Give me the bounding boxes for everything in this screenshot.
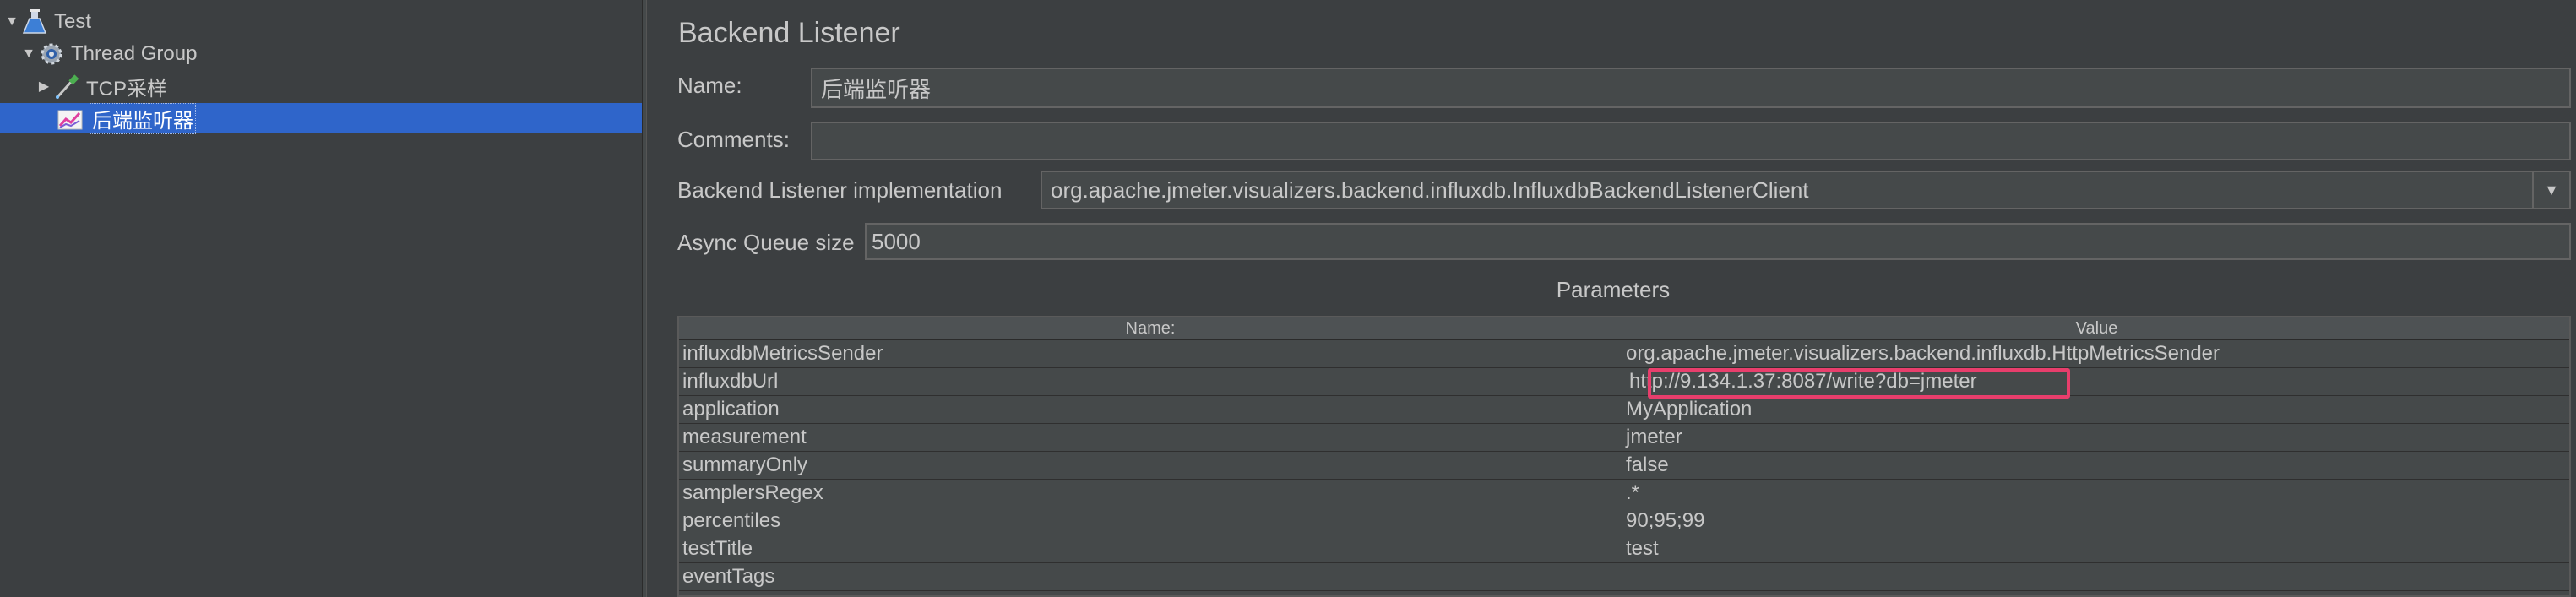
test-plan-tree: ▼ Test ▼ Thread Group ▶ TCP采样 后端监听器 (0, 0, 644, 597)
table-row[interactable]: measurement jmeter (679, 424, 2569, 452)
param-name-cell[interactable]: samplersRegex (679, 480, 1622, 507)
tree-item-backend-listener[interactable]: 后端监听器 (0, 102, 642, 134)
param-name-cell[interactable]: testTitle (679, 535, 1622, 562)
page-title: Backend Listener (678, 17, 900, 49)
param-value-cell[interactable]: http://9.134.1.37:8087/write?db=jmeter (1622, 368, 2569, 395)
param-name-cell[interactable]: influxdbMetricsSender (679, 340, 1622, 367)
table-header: Name: Value (679, 317, 2569, 340)
tree-item-label: Test (54, 10, 92, 33)
tree-item-label: TCP采样 (86, 77, 167, 100)
chevron-down-icon[interactable]: ▼ (2532, 172, 2569, 208)
comments-field[interactable] (811, 122, 2571, 160)
tree-item-label: 后端监听器 (90, 102, 196, 134)
chart-icon (56, 104, 84, 133)
gear-icon (37, 40, 66, 68)
param-name-cell[interactable]: measurement (679, 424, 1622, 451)
implementation-combobox-value: org.apache.jmeter.visualizers.backend.in… (1051, 176, 1809, 203)
param-value-cell[interactable]: false (1622, 452, 2569, 479)
name-label: Name: (677, 73, 742, 98)
param-value-cell[interactable]: .* (1622, 480, 2569, 507)
async-queue-size-label: Async Queue size (677, 230, 855, 255)
collapsed-toggle-icon[interactable]: ▶ (35, 78, 52, 95)
expanded-toggle-icon[interactable]: ▼ (20, 46, 37, 62)
table-row[interactable]: eventTags (679, 563, 2569, 591)
table-row[interactable]: percentiles 90;95;99 (679, 507, 2569, 535)
param-value-cell[interactable]: test (1622, 535, 2569, 562)
param-name-cell[interactable]: percentiles (679, 507, 1622, 535)
name-field-value: 后端监听器 (821, 76, 932, 102)
backend-listener-panel: Backend Listener Name: 后端监听器 Comments: B… (650, 0, 2576, 597)
column-header-value[interactable]: Value (1622, 317, 2569, 339)
table-row[interactable]: application MyApplication (679, 396, 2569, 424)
param-value-cell[interactable]: org.apache.jmeter.visualizers.backend.in… (1622, 340, 2569, 367)
param-name-cell[interactable]: application (679, 396, 1622, 423)
table-row[interactable]: influxdbMetricsSender org.apache.jmeter.… (679, 340, 2569, 368)
table-row[interactable]: influxdbUrl http://9.134.1.37:8087/write… (679, 368, 2569, 396)
tree-item-tcp-sampler[interactable]: ▶ TCP采样 (0, 71, 642, 101)
tree-item-thread-group[interactable]: ▼ Thread Group (0, 39, 642, 69)
flask-icon (20, 8, 49, 36)
async-queue-size-value: 5000 (872, 228, 921, 254)
jmeter-window: ▼ Test ▼ Thread Group ▶ TCP采样 后端监听器 Back… (0, 0, 2576, 597)
name-field[interactable]: 后端监听器 (811, 68, 2571, 108)
table-row[interactable]: testTitle test (679, 535, 2569, 563)
expanded-toggle-icon[interactable]: ▼ (3, 14, 20, 30)
column-header-name[interactable]: Name: (679, 317, 1622, 339)
table-row[interactable]: samplersRegex .* (679, 480, 2569, 507)
param-name-cell[interactable]: summaryOnly (679, 452, 1622, 479)
param-value-cell[interactable]: MyApplication (1622, 396, 2569, 423)
implementation-combobox[interactable]: org.apache.jmeter.visualizers.backend.in… (1041, 171, 2571, 209)
comments-label: Comments: (677, 127, 790, 152)
param-value-cell[interactable] (1622, 563, 2569, 590)
param-value-cell[interactable]: jmeter (1622, 424, 2569, 451)
param-value-cell[interactable]: 90;95;99 (1622, 507, 2569, 535)
async-queue-size-field[interactable]: 5000 (865, 223, 2571, 260)
tree-item-label: Thread Group (71, 42, 198, 65)
pipette-icon (52, 72, 81, 100)
table-row[interactable]: summaryOnly false (679, 452, 2569, 480)
parameters-table: Name: Value influxdbMetricsSender org.ap… (677, 316, 2571, 597)
panel-splitter[interactable] (642, 0, 647, 597)
parameters-title: Parameters (1556, 277, 1671, 302)
implementation-label: Backend Listener implementation (677, 177, 1003, 203)
param-name-cell[interactable]: eventTags (679, 563, 1622, 590)
tree-item-test[interactable]: ▼ Test (0, 7, 642, 37)
param-name-cell[interactable]: influxdbUrl (679, 368, 1622, 395)
